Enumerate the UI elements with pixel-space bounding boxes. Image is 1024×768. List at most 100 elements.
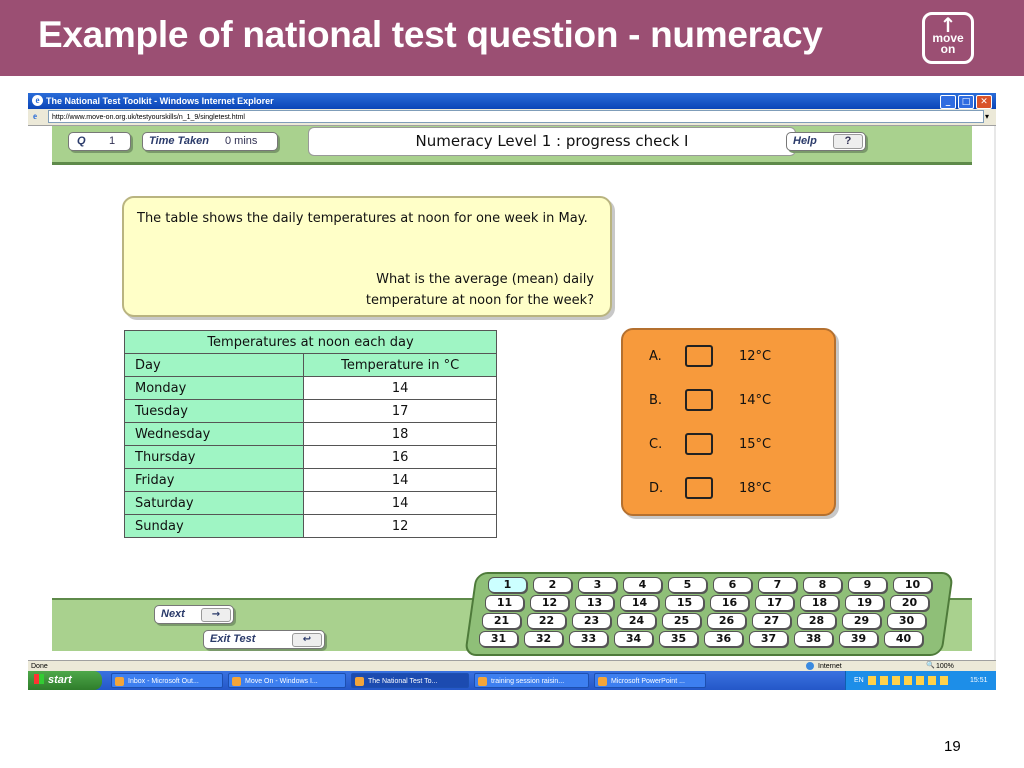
question-number-button[interactable]: 18 — [800, 595, 839, 611]
app-icon — [355, 677, 364, 686]
address-input[interactable]: http://www.move-on.org.uk/testyourskills… — [48, 110, 984, 123]
next-label: Next — [161, 608, 185, 620]
question-number-button[interactable]: 7 — [758, 577, 797, 593]
day-cell: Monday — [123, 376, 305, 400]
question-number-button[interactable]: 10 — [893, 577, 932, 593]
taskbar-item[interactable]: training session raisin... — [474, 673, 589, 688]
question-number-button[interactable]: 22 — [527, 613, 566, 629]
taskbar-item[interactable]: Move On - Windows I... — [228, 673, 346, 688]
question-number-button[interactable]: 3 — [578, 577, 617, 593]
answer-option[interactable]: B. 14°C — [623, 389, 834, 413]
question-mark-icon: ? — [833, 134, 863, 149]
question-box: The table shows the daily temperatures a… — [122, 196, 612, 317]
taskbar-item[interactable]: Inbox - Microsoft Out... — [111, 673, 223, 688]
start-label: start — [48, 674, 72, 686]
table-row: Wednesday 18 — [123, 422, 497, 446]
question-number-button[interactable]: 37 — [749, 631, 788, 647]
question-number-button[interactable]: 33 — [569, 631, 608, 647]
question-number-button[interactable]: 24 — [617, 613, 656, 629]
page-icon: e — [33, 111, 37, 121]
chevron-down-icon[interactable]: ▾ — [981, 110, 993, 123]
answer-text: 18°C — [739, 481, 772, 496]
question-number-button[interactable]: 11 — [485, 595, 524, 611]
close-button[interactable]: ✕ — [976, 95, 992, 109]
next-button[interactable]: Next → — [154, 605, 234, 624]
exit-test-button[interactable]: Exit Test ↩ — [203, 630, 325, 649]
browser-titlebar: e The National Test Toolkit - Windows In… — [28, 93, 996, 109]
day-cell: Wednesday — [123, 422, 305, 446]
question-number-button[interactable]: 34 — [614, 631, 653, 647]
question-number-button[interactable]: 20 — [890, 595, 929, 611]
language-indicator[interactable]: EN — [854, 671, 864, 690]
help-label: Help — [793, 135, 817, 147]
question-number-button[interactable]: 8 — [803, 577, 842, 593]
taskbar: start Inbox - Microsoft Out... Move On - … — [28, 671, 996, 690]
temperature-cell: 17 — [303, 399, 497, 423]
question-number-button[interactable]: 5 — [668, 577, 707, 593]
q-value: 1 — [109, 135, 116, 147]
minimize-button[interactable]: _ — [940, 95, 956, 109]
answer-checkbox[interactable] — [685, 389, 713, 411]
slide-title: Example of national test question - nume… — [38, 14, 823, 55]
question-number-button[interactable]: 31 — [479, 631, 518, 647]
question-number-button[interactable]: 19 — [845, 595, 884, 611]
question-number-button[interactable]: 2 — [533, 577, 572, 593]
question-number-button[interactable]: 39 — [839, 631, 878, 647]
question-number-button[interactable]: 23 — [572, 613, 611, 629]
question-number-button[interactable]: 14 — [620, 595, 659, 611]
question-number-button[interactable]: 12 — [530, 595, 569, 611]
globe-icon — [806, 662, 814, 670]
taskbar-item[interactable]: The National Test To... — [351, 673, 469, 688]
answer-checkbox[interactable] — [685, 433, 713, 455]
page-number: 19 — [944, 738, 961, 755]
system-tray: EN 15:51 — [845, 671, 996, 690]
answer-checkbox[interactable] — [685, 477, 713, 499]
question-number-button[interactable]: 15 — [665, 595, 704, 611]
question-number-button[interactable]: 35 — [659, 631, 698, 647]
question-number-button[interactable]: 29 — [842, 613, 881, 629]
question-number-button[interactable]: 16 — [710, 595, 749, 611]
question-number-button[interactable]: 25 — [662, 613, 701, 629]
table-row: Saturday 14 — [123, 491, 497, 515]
question-number-button[interactable]: 9 — [848, 577, 887, 593]
maximize-button[interactable]: □ — [958, 95, 974, 109]
ie-icon: e — [32, 95, 43, 106]
question-number-button[interactable]: 1 — [488, 577, 527, 593]
temperature-table: Temperatures at noon each day Day Temper… — [123, 330, 497, 538]
table-row: Friday 14 — [123, 468, 497, 492]
answer-checkbox[interactable] — [685, 345, 713, 367]
question-number-button[interactable]: 4 — [623, 577, 662, 593]
temperature-cell: 14 — [303, 491, 497, 515]
question-number-button[interactable]: 28 — [797, 613, 836, 629]
question-number-button[interactable]: 36 — [704, 631, 743, 647]
question-number-button[interactable]: 6 — [713, 577, 752, 593]
start-button[interactable]: start — [28, 671, 102, 690]
question-number-button[interactable]: 40 — [884, 631, 923, 647]
question-number-button[interactable]: 30 — [887, 613, 926, 629]
taskbar-item[interactable]: Microsoft PowerPoint ... — [594, 673, 706, 688]
table-row: Sunday 12 — [123, 514, 497, 538]
answer-letter: D. — [649, 481, 664, 496]
taskbar-item-label: Inbox - Microsoft Out... — [128, 678, 199, 685]
question-number-button[interactable]: 38 — [794, 631, 833, 647]
question-number-button[interactable]: 13 — [575, 595, 614, 611]
temperature-cell: 18 — [303, 422, 497, 446]
day-cell: Saturday — [123, 491, 305, 515]
help-button[interactable]: Help ? — [786, 132, 866, 151]
question-number-button[interactable]: 26 — [707, 613, 746, 629]
tray-icons[interactable] — [868, 676, 948, 685]
scrollbar[interactable] — [994, 126, 996, 660]
answer-options: A. 12°C B. 14°C C. 15°C D. 18°C — [621, 328, 836, 516]
answer-option[interactable]: C. 15°C — [623, 433, 834, 457]
question-number-button[interactable]: 32 — [524, 631, 563, 647]
app-icon — [115, 677, 124, 686]
question-number-button[interactable]: 21 — [482, 613, 521, 629]
question-number-button[interactable]: 27 — [752, 613, 791, 629]
answer-option[interactable]: D. 18°C — [623, 477, 834, 501]
table-caption: Temperatures at noon each day — [124, 330, 497, 354]
answer-option[interactable]: A. 12°C — [623, 345, 834, 369]
logo-text: move on — [932, 31, 964, 56]
browser-title: The National Test Toolkit - Windows Inte… — [46, 96, 274, 106]
question-number-button[interactable]: 17 — [755, 595, 794, 611]
question-indicator: Q 1 — [68, 132, 131, 151]
